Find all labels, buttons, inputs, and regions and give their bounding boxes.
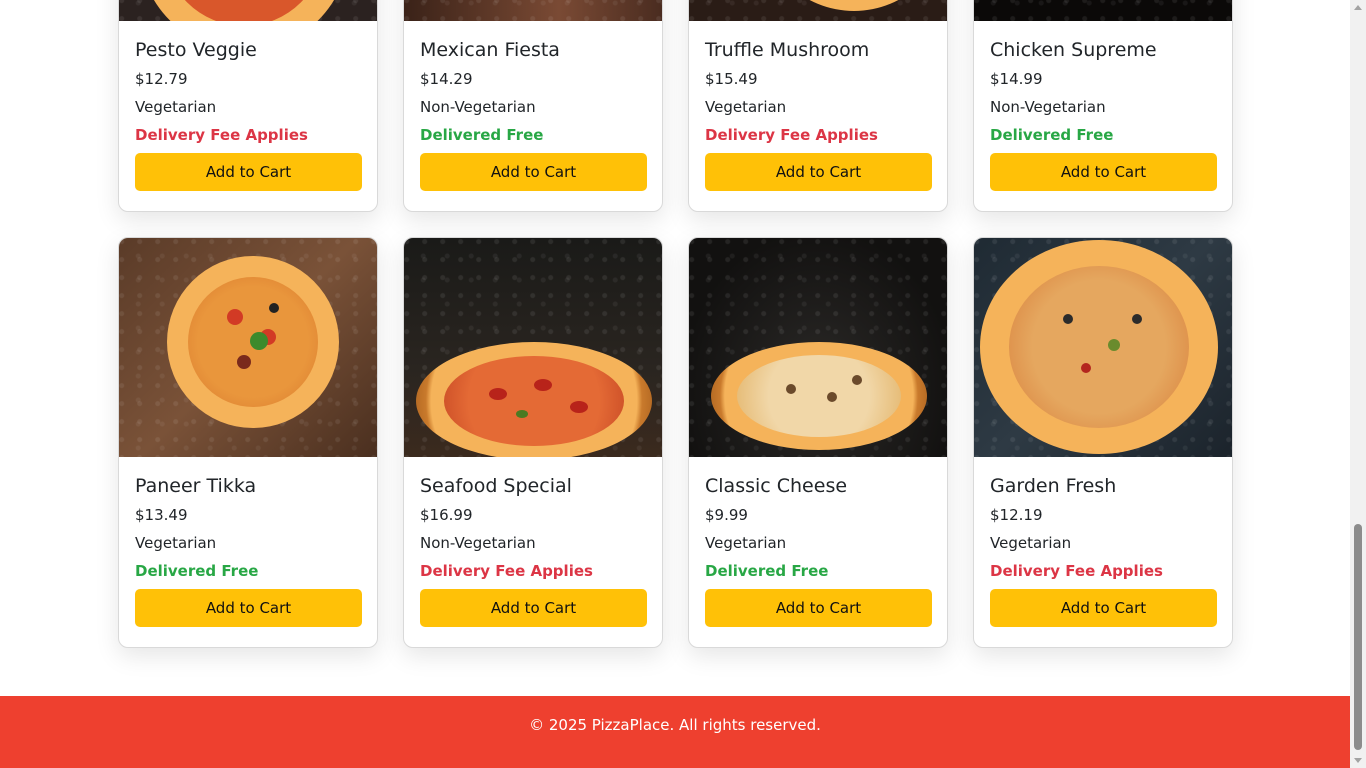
add-to-cart-button[interactable]: Add to Cart [990,589,1217,627]
product-price: $9.99 [705,506,748,524]
product-type: Non-Vegetarian [420,98,536,116]
product-type: Vegetarian [135,98,217,116]
product-card: Mexican Fiesta $14.29 Non-Vegetarian Del… [403,0,663,212]
product-price: $14.99 [990,70,1043,88]
product-name: Mexican Fiesta [420,39,560,61]
product-price: $14.29 [420,70,473,88]
product-type: Vegetarian [135,534,217,552]
product-grid-row-1: Pesto Veggie $12.79 Vegetarian Delivery … [118,0,1234,212]
product-card: Chicken Supreme $14.99 Non-Vegetarian De… [973,0,1233,212]
add-to-cart-button[interactable]: Add to Cart [705,589,932,627]
product-type: Non-Vegetarian [990,98,1106,116]
delivery-status: Delivery Fee Applies [990,562,1163,580]
product-price: $13.49 [135,506,188,524]
product-grid-row-2: Paneer Tikka $13.49 Vegetarian Delivered… [118,237,1234,648]
delivery-status: Delivered Free [990,126,1114,144]
pizza-image [689,238,947,457]
page-viewport: Pesto Veggie $12.79 Vegetarian Delivery … [0,0,1350,768]
product-type: Vegetarian [705,534,787,552]
product-type: Vegetarian [705,98,787,116]
delivery-status: Delivery Fee Applies [705,126,878,144]
product-card: Garden Fresh $12.19 Vegetarian Delivery … [973,237,1233,648]
pizza-image [689,0,947,21]
product-name: Paneer Tikka [135,475,257,497]
product-name: Pesto Veggie [135,39,257,61]
add-to-cart-button[interactable]: Add to Cart [135,589,362,627]
product-name: Seafood Special [420,475,572,497]
delivery-status: Delivered Free [705,562,829,580]
footer: © 2025 PizzaPlace. All rights reserved. [0,696,1350,768]
product-name: Classic Cheese [705,475,848,497]
scroll-down-arrow-icon[interactable] [1354,758,1362,763]
vertical-scrollbar[interactable] [1350,0,1366,768]
product-card: Classic Cheese $9.99 Vegetarian Delivere… [688,237,948,648]
product-name: Garden Fresh [990,475,1117,497]
pizza-image [404,238,662,457]
product-type: Non-Vegetarian [420,534,536,552]
product-price: $12.79 [135,70,188,88]
product-price: $16.99 [420,506,473,524]
product-card: Pesto Veggie $12.79 Vegetarian Delivery … [118,0,378,212]
add-to-cart-button[interactable]: Add to Cart [420,589,647,627]
delivery-status: Delivered Free [135,562,259,580]
product-card: Seafood Special $16.99 Non-Vegetarian De… [403,237,663,648]
product-price: $15.49 [705,70,758,88]
product-card: Truffle Mushroom $15.49 Vegetarian Deliv… [688,0,948,212]
delivery-status: Delivery Fee Applies [420,562,593,580]
add-to-cart-button[interactable]: Add to Cart [990,153,1217,191]
product-price: $12.19 [990,506,1043,524]
scroll-up-arrow-icon[interactable] [1354,5,1362,10]
pizza-image [974,0,1232,21]
product-name: Truffle Mushroom [705,39,870,61]
pizza-image [119,238,377,457]
product-card: Paneer Tikka $13.49 Vegetarian Delivered… [118,237,378,648]
pizza-image [974,238,1232,457]
product-name: Chicken Supreme [990,39,1157,61]
footer-copyright: © 2025 PizzaPlace. All rights reserved. [529,716,821,734]
delivery-status: Delivered Free [420,126,544,144]
pizza-image [119,0,377,21]
pizza-image [404,0,662,21]
add-to-cart-button[interactable]: Add to Cart [135,153,362,191]
add-to-cart-button[interactable]: Add to Cart [705,153,932,191]
add-to-cart-button[interactable]: Add to Cart [420,153,647,191]
delivery-status: Delivery Fee Applies [135,126,308,144]
product-type: Vegetarian [990,534,1072,552]
scrollbar-thumb[interactable] [1354,524,1362,750]
